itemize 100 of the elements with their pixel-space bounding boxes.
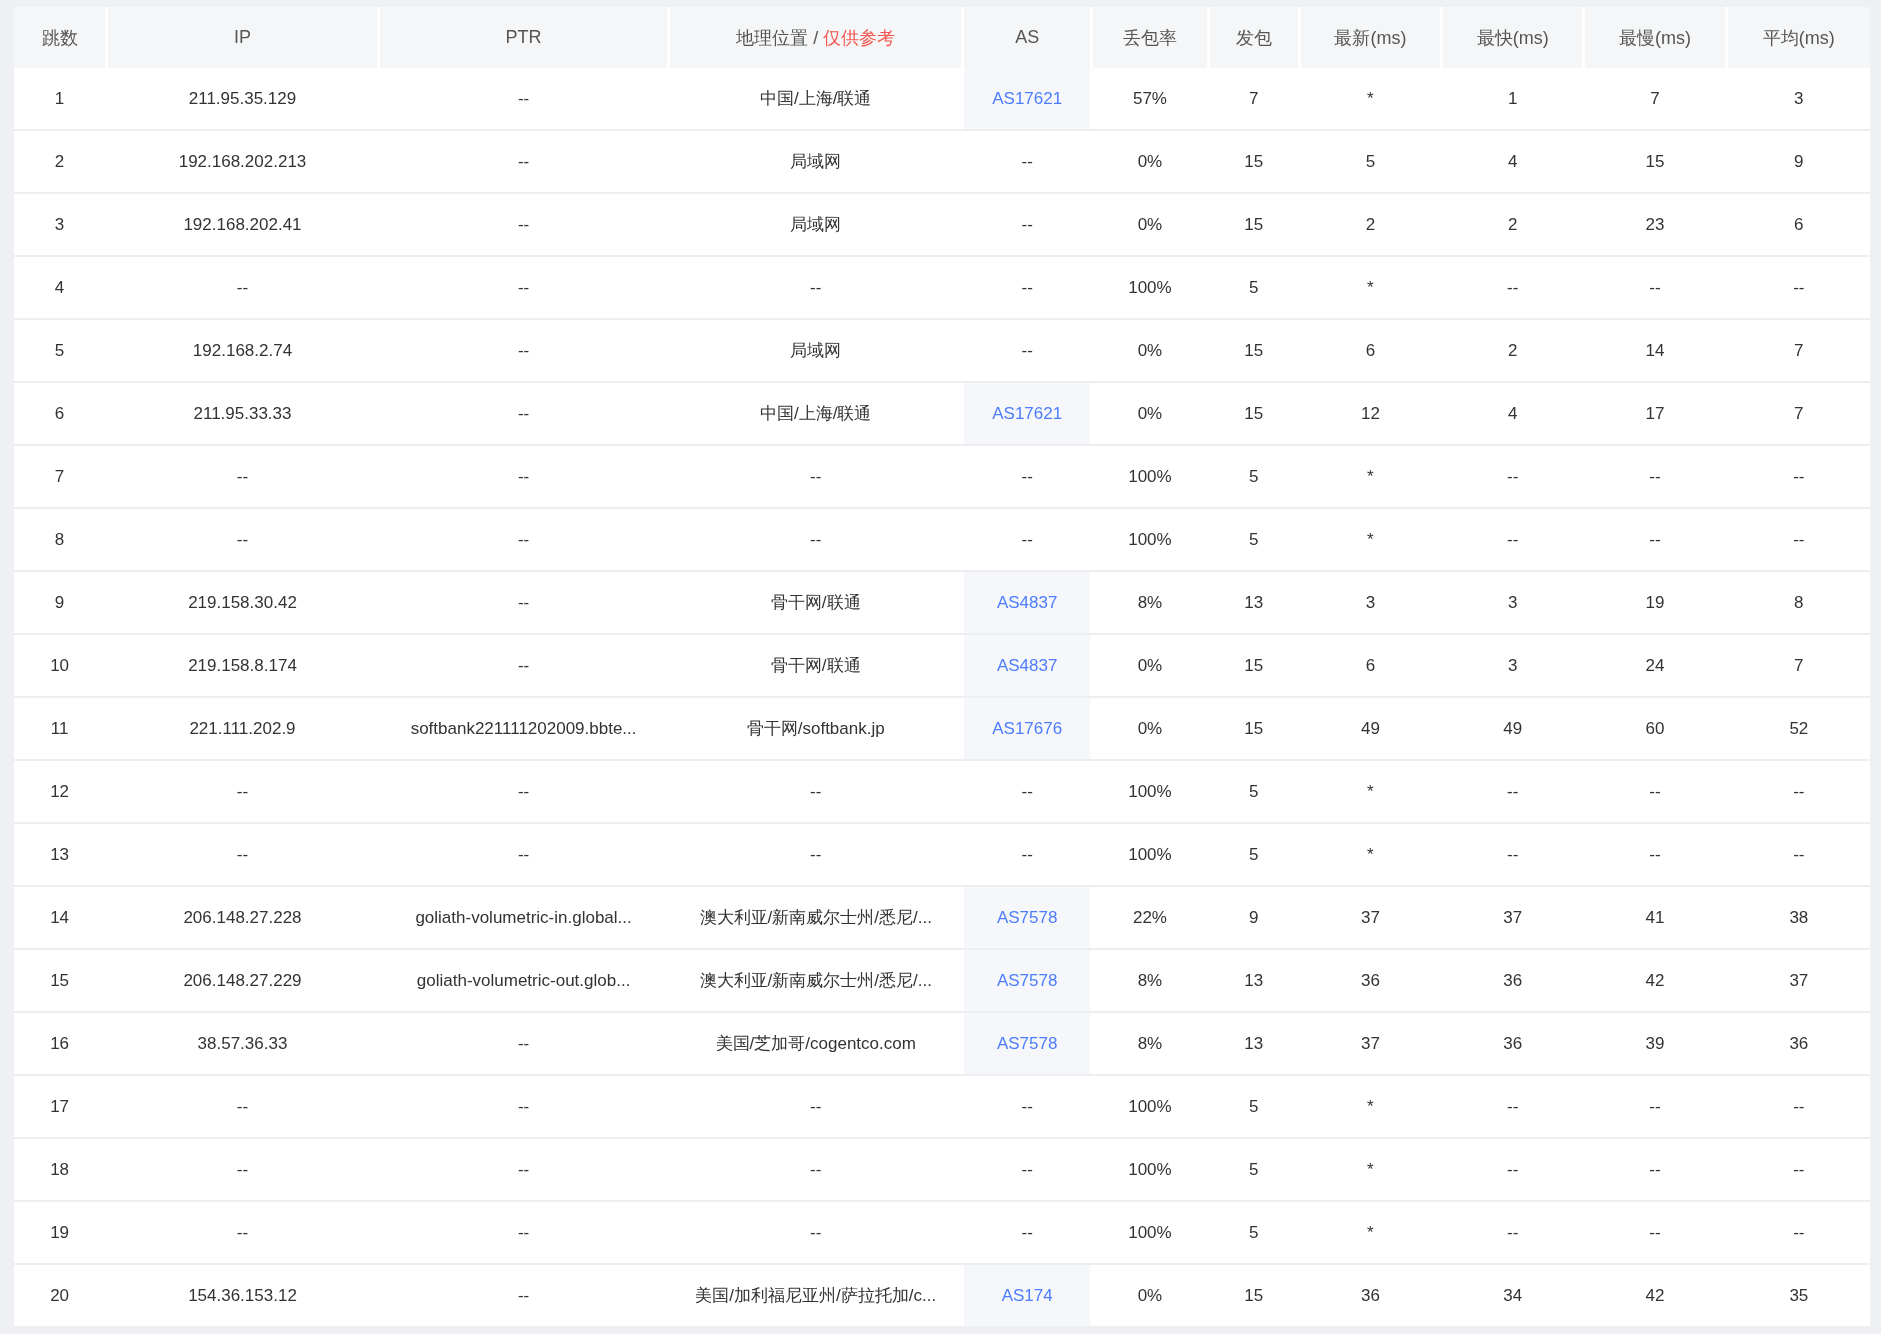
as-link[interactable]: AS4837: [996, 592, 1058, 613]
table-cell-text: 3: [1507, 654, 1519, 677]
table-cell-text: 0%: [1136, 1284, 1164, 1307]
as-link[interactable]: AS7578: [996, 1033, 1058, 1054]
as-link[interactable]: AS7578: [996, 970, 1058, 991]
table-cell-text: 6: [1364, 654, 1377, 677]
table-cell-text: 5: [1247, 276, 1260, 299]
table-cell-text: 8: [1793, 591, 1805, 614]
table-cell-text: 骨干网/softbank.jp: [745, 718, 886, 740]
table-cell-text: 15: [49, 969, 71, 992]
table-cell-text: --: [1648, 843, 1662, 866]
table-cell-text: goliath-volumetric-out.glob...: [415, 969, 632, 992]
as-link[interactable]: AS17621: [992, 88, 1063, 109]
table-cell-text: 219.158.8.174: [187, 654, 298, 677]
column-header: 平均(ms): [1727, 7, 1870, 68]
table-cell-text: 局域网: [789, 214, 843, 236]
table-cell-text: 6: [1793, 213, 1805, 236]
table-cell-text: --: [235, 843, 250, 866]
reference-note: 仅供参考: [823, 26, 896, 50]
table-cell-text: 42: [1644, 969, 1666, 992]
table-cell-text: 38.57.36.33: [196, 1032, 289, 1055]
table-cell-text: 18: [49, 1158, 71, 1181]
table-cell-text: 中国/上海/联通: [759, 88, 873, 110]
table-cell-text: 211.95.33.33: [192, 402, 293, 425]
as-link[interactable]: AS174: [1001, 1285, 1053, 1306]
table-cell-text: 192.168.202.41: [182, 213, 303, 236]
table-cell-text: --: [1506, 276, 1520, 299]
table-cell-text: 美国/加利福尼亚州/萨拉托加/c...: [694, 1285, 938, 1307]
table-cell-text: 3: [53, 213, 66, 236]
table-cell-text: --: [516, 339, 531, 362]
table-cell-text: --: [1020, 780, 1034, 803]
table-cell-text: --: [1020, 339, 1034, 362]
table-cell-text: 7: [53, 465, 66, 488]
table-cell-text: *: [1366, 1221, 1375, 1244]
as-link[interactable]: AS17621: [992, 403, 1063, 424]
table-cell-text: 5: [1247, 780, 1260, 803]
table-cell-text: --: [1020, 1158, 1034, 1181]
table-cell-text: 16: [49, 1032, 71, 1055]
table-cell-text: 49: [1359, 717, 1381, 740]
table-cell-text: 154.36.153.12: [187, 1284, 298, 1307]
table-cell-text: --: [1020, 843, 1034, 866]
table-cell-text: 0%: [1136, 717, 1164, 740]
as-link[interactable]: AS7578: [996, 907, 1058, 928]
table-cell-text: 60: [1644, 717, 1666, 740]
table-cell-text: --: [516, 654, 531, 677]
table-cell-text: --: [1506, 1158, 1520, 1181]
table-cell-text: *: [1366, 1158, 1375, 1181]
column-header: 发包: [1209, 7, 1298, 68]
table-cell-text: --: [809, 276, 823, 299]
table-cell-text: 0%: [1136, 213, 1164, 236]
table-cell-text: 8%: [1136, 1032, 1164, 1055]
table-cell-text: --: [1792, 1158, 1806, 1181]
table-cell-text: 4: [53, 276, 66, 299]
table-cell-text: --: [235, 465, 250, 488]
table-cell-text: 100%: [1127, 780, 1173, 803]
table-cell-text: --: [1506, 843, 1520, 866]
table-cell-text: 美国/芝加哥/cogentco.com: [714, 1033, 917, 1055]
table-cell-text: --: [235, 528, 250, 551]
table-cell-text: 100%: [1127, 1095, 1173, 1118]
table-cell-text: --: [1792, 1095, 1806, 1118]
table-cell-text: 14: [49, 906, 71, 929]
column-header: IP: [108, 7, 377, 68]
table-cell-text: 7: [1649, 87, 1661, 110]
table-cell-text: --: [516, 213, 531, 236]
table-cell-text: --: [809, 1158, 823, 1181]
table-cell-text: --: [1506, 780, 1520, 803]
table-cell-text: --: [1648, 780, 1662, 803]
as-link[interactable]: AS4837: [996, 655, 1058, 676]
table-cell-text: 8: [53, 528, 66, 551]
table-cell-text: --: [1648, 276, 1662, 299]
table-cell-text: 36: [1788, 1032, 1810, 1055]
table-cell-text: 9: [1793, 150, 1805, 173]
table-cell-text: 4: [1507, 150, 1519, 173]
table-cell-text: 中国/上海/联通: [759, 403, 873, 425]
table-cell-text: 6: [53, 402, 66, 425]
table-cell-text: 5: [53, 339, 66, 362]
table-cell-text: 10: [49, 654, 71, 677]
table-cell-text: --: [1020, 276, 1034, 299]
table-cell-text: --: [516, 276, 531, 299]
table-cell-text: --: [516, 780, 531, 803]
table-cell-text: --: [1792, 843, 1806, 866]
table-cell-text: 36: [1359, 969, 1381, 992]
table-cell-text: --: [516, 402, 531, 425]
table-cell-text: --: [1506, 1095, 1520, 1118]
table-cell-text: 1: [1507, 87, 1519, 110]
table-cell-text: 8%: [1136, 591, 1164, 614]
table-cell-text: 100%: [1127, 843, 1173, 866]
as-link[interactable]: AS17676: [992, 718, 1063, 739]
table-cell-text: 37: [1359, 1032, 1381, 1055]
table-cell-text: 1: [53, 87, 66, 110]
table-cell-text: 0%: [1136, 654, 1164, 677]
table-cell-text: 52: [1788, 717, 1810, 740]
table-cell-text: --: [1792, 465, 1806, 488]
table-cell-text: --: [1792, 276, 1806, 299]
table-cell-text: --: [516, 1284, 531, 1307]
table-cell-text: --: [1648, 1158, 1662, 1181]
table-cell-text: 骨干网/联通: [769, 592, 862, 614]
table-cell-text: --: [1792, 1221, 1806, 1244]
table-cell-text: 221.111.202.9: [188, 717, 297, 740]
table-cell-text: *: [1366, 276, 1375, 299]
